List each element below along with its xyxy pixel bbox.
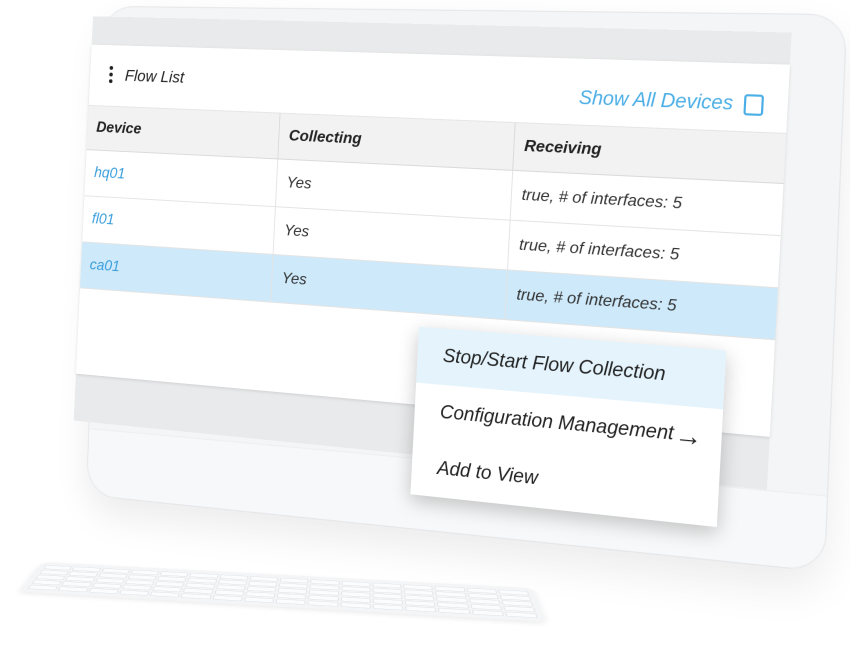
keyboard-key xyxy=(28,585,59,591)
kebab-icon[interactable] xyxy=(107,66,115,85)
keyboard-key xyxy=(340,602,371,608)
context-menu: Stop/Start Flow Collection Configuration… xyxy=(410,327,726,527)
show-all-devices-toggle[interactable]: Show All Devices xyxy=(578,87,764,117)
keyboard-key xyxy=(405,606,436,612)
keyboard-key xyxy=(471,610,504,616)
keyboard-key xyxy=(119,590,150,596)
keyboard-key xyxy=(373,604,404,610)
menu-item-label: Add to View xyxy=(437,458,539,489)
keyboard-key xyxy=(212,595,243,601)
keyboard-key xyxy=(149,592,180,598)
keyboard-key xyxy=(244,597,275,603)
keyboard-key xyxy=(438,608,470,614)
checkbox-icon[interactable] xyxy=(743,94,764,116)
flow-table: Device Collecting Receiving hq01 Yes tru… xyxy=(80,106,786,340)
menu-item-label: Configuration Management xyxy=(440,402,675,445)
arrow-right-icon: → xyxy=(673,405,704,466)
keyboard-key xyxy=(275,599,306,605)
menu-item-label: Stop/Start Flow Collection xyxy=(442,346,666,386)
keyboard-key xyxy=(308,600,339,606)
screen: Flow List Show All Devices Device Collec… xyxy=(74,16,792,490)
keyboard-keys xyxy=(28,565,538,618)
device-mockup: Flow List Show All Devices Device Collec… xyxy=(0,0,850,656)
keyboard-key xyxy=(505,612,538,619)
panel-title: Flow List xyxy=(124,66,184,87)
keyboard-key xyxy=(88,588,119,594)
keyboard-key xyxy=(181,593,212,599)
keyboard-key xyxy=(58,586,89,592)
show-all-devices-label: Show All Devices xyxy=(578,87,733,115)
keyboard-illustration xyxy=(19,562,546,622)
